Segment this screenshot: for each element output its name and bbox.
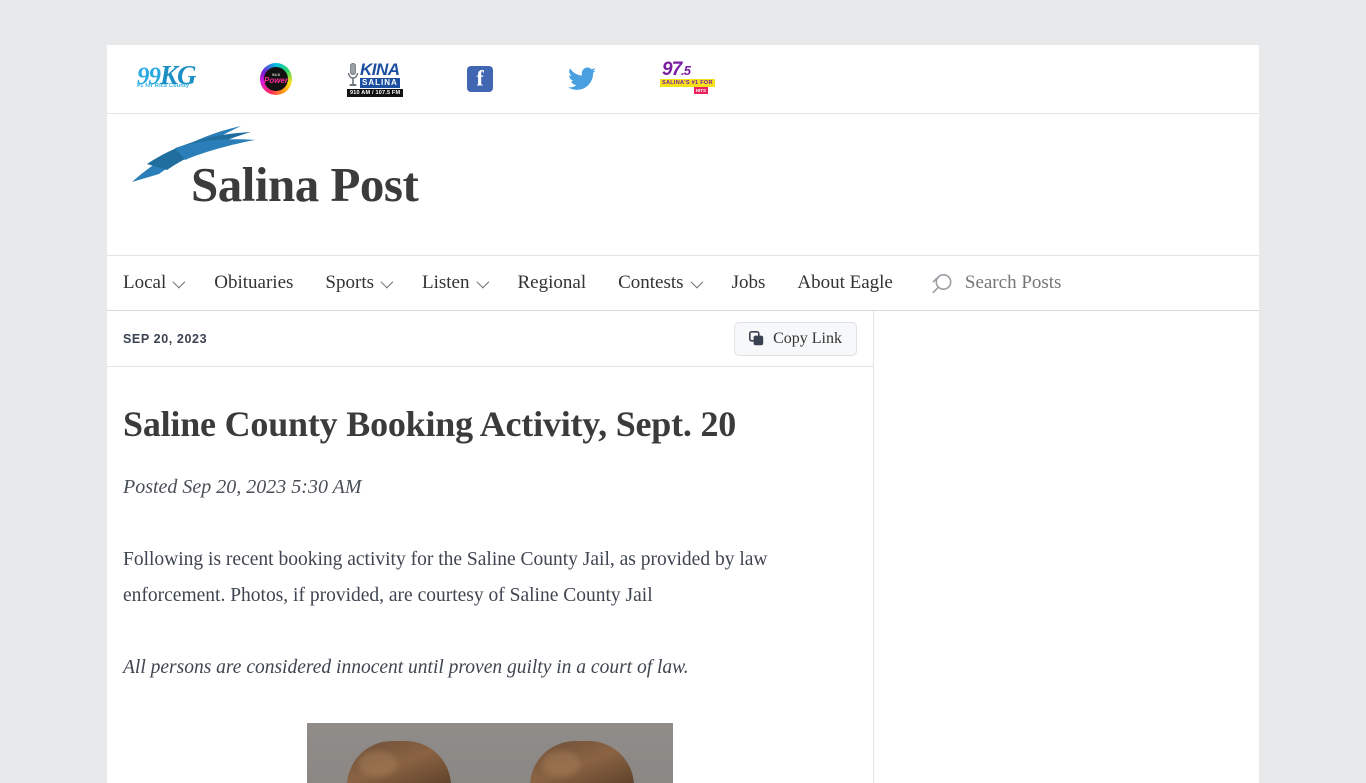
partner-link-975[interactable]: 97.5 SALINA'S #1 FOR HITS [633, 57, 735, 102]
975-logo-band: SALINA'S #1 FOR [660, 79, 715, 87]
975-logo: 97.5 SALINA'S #1 FOR HITS [660, 59, 715, 98]
partner-link-power[interactable]: 94.5 Power [225, 57, 327, 102]
article-paragraph-1: Following is recent booking activity for… [123, 549, 768, 607]
facebook-icon [467, 66, 493, 92]
nav-label-contests: Contests [618, 272, 684, 293]
nav-item-sports[interactable]: Sports [325, 272, 394, 294]
sidebar-column [874, 311, 1259, 783]
nav-item-regional[interactable]: Regional [518, 272, 587, 294]
nav-item-contests[interactable]: Contests [618, 272, 703, 294]
nav-label-listen: Listen [422, 272, 470, 293]
nav-label-about-eagle: About Eagle [797, 272, 893, 293]
mugshot-photo-2[interactable] [490, 723, 673, 783]
partner-link-99kg[interactable]: 99KG #1 for Rice County [123, 57, 225, 102]
article-meta-bar: SEP 20, 2023 Copy Link [107, 311, 873, 367]
search-input[interactable] [964, 272, 1185, 294]
article-date: SEP 20, 2023 [123, 331, 208, 346]
99kg-logo-tagline: #1 for Rice County [137, 83, 190, 89]
nav-item-listen[interactable]: Listen [422, 272, 489, 294]
copy-link-label: Copy Link [773, 329, 842, 347]
article-headline: Saline County Booking Activity, Sept. 20 [123, 404, 737, 444]
article-paragraph-2: All persons are considered innocent unti… [123, 657, 689, 679]
content-columns: SEP 20, 2023 Copy Link Saline County Boo… [107, 311, 1259, 783]
partner-station-bar: 99KG #1 for Rice County 94.5 Power KINA … [107, 45, 1259, 114]
search-area [929, 270, 1185, 296]
kina-logo-callsign: KINA [360, 60, 400, 79]
main-column: SEP 20, 2023 Copy Link Saline County Boo… [107, 311, 874, 783]
site-logo-link[interactable]: Salina Post [123, 126, 419, 209]
twitter-icon [568, 67, 596, 90]
kina-logo-frequency: 910 AM / 107.5 FM [347, 89, 404, 97]
nav-label-jobs: Jobs [731, 272, 766, 293]
nav-item-local[interactable]: Local [123, 272, 186, 294]
page-container: 99KG #1 for Rice County 94.5 Power KINA … [107, 45, 1259, 783]
article-posted-timestamp: Posted Sep 20, 2023 5:30 AM [123, 476, 362, 499]
chevron-down-icon [476, 275, 489, 288]
chevron-down-icon [380, 275, 394, 288]
nav-label-regional: Regional [517, 272, 587, 293]
primary-navigation: Local Obituaries Sports Listen Regional … [107, 255, 1259, 311]
power-935-logo: 94.5 Power [260, 63, 292, 95]
article-body: Saline County Booking Activity, Sept. 20… [107, 403, 873, 783]
copy-icon [749, 331, 764, 346]
kina-logo-city: SALINA [360, 78, 400, 89]
chevron-down-icon [690, 275, 703, 288]
copy-link-button[interactable]: Copy Link [734, 321, 857, 356]
site-masthead: Salina Post [107, 114, 1259, 255]
nav-label-sports: Sports [325, 272, 374, 293]
mugshot-photo-1[interactable] [307, 723, 490, 783]
chevron-down-icon [172, 275, 186, 288]
microphone-icon [347, 63, 359, 86]
975-logo-hits: HITS [693, 87, 708, 94]
nav-item-about-eagle[interactable]: About Eagle [797, 272, 893, 294]
nav-label-local: Local [123, 272, 167, 293]
975-logo-decimal: .5 [681, 63, 691, 78]
mugshot-photo-row [123, 723, 857, 783]
search-icon[interactable] [929, 270, 955, 296]
kina-logo: KINA SALINA 910 AM / 107.5 FM [347, 60, 409, 98]
975-logo-number: 97 [662, 59, 682, 80]
nav-label-obituaries: Obituaries [214, 272, 294, 293]
eagle-swoosh-icon [132, 126, 255, 182]
power-logo-name: Power [263, 76, 288, 85]
nav-item-obituaries[interactable]: Obituaries [214, 272, 293, 294]
partner-link-kina[interactable]: KINA SALINA 910 AM / 107.5 FM [327, 57, 429, 102]
partner-link-facebook[interactable] [429, 57, 531, 102]
nav-item-jobs[interactable]: Jobs [732, 272, 766, 294]
partner-link-twitter[interactable] [531, 57, 633, 102]
99kg-logo: 99KG #1 for Rice County [135, 60, 213, 98]
